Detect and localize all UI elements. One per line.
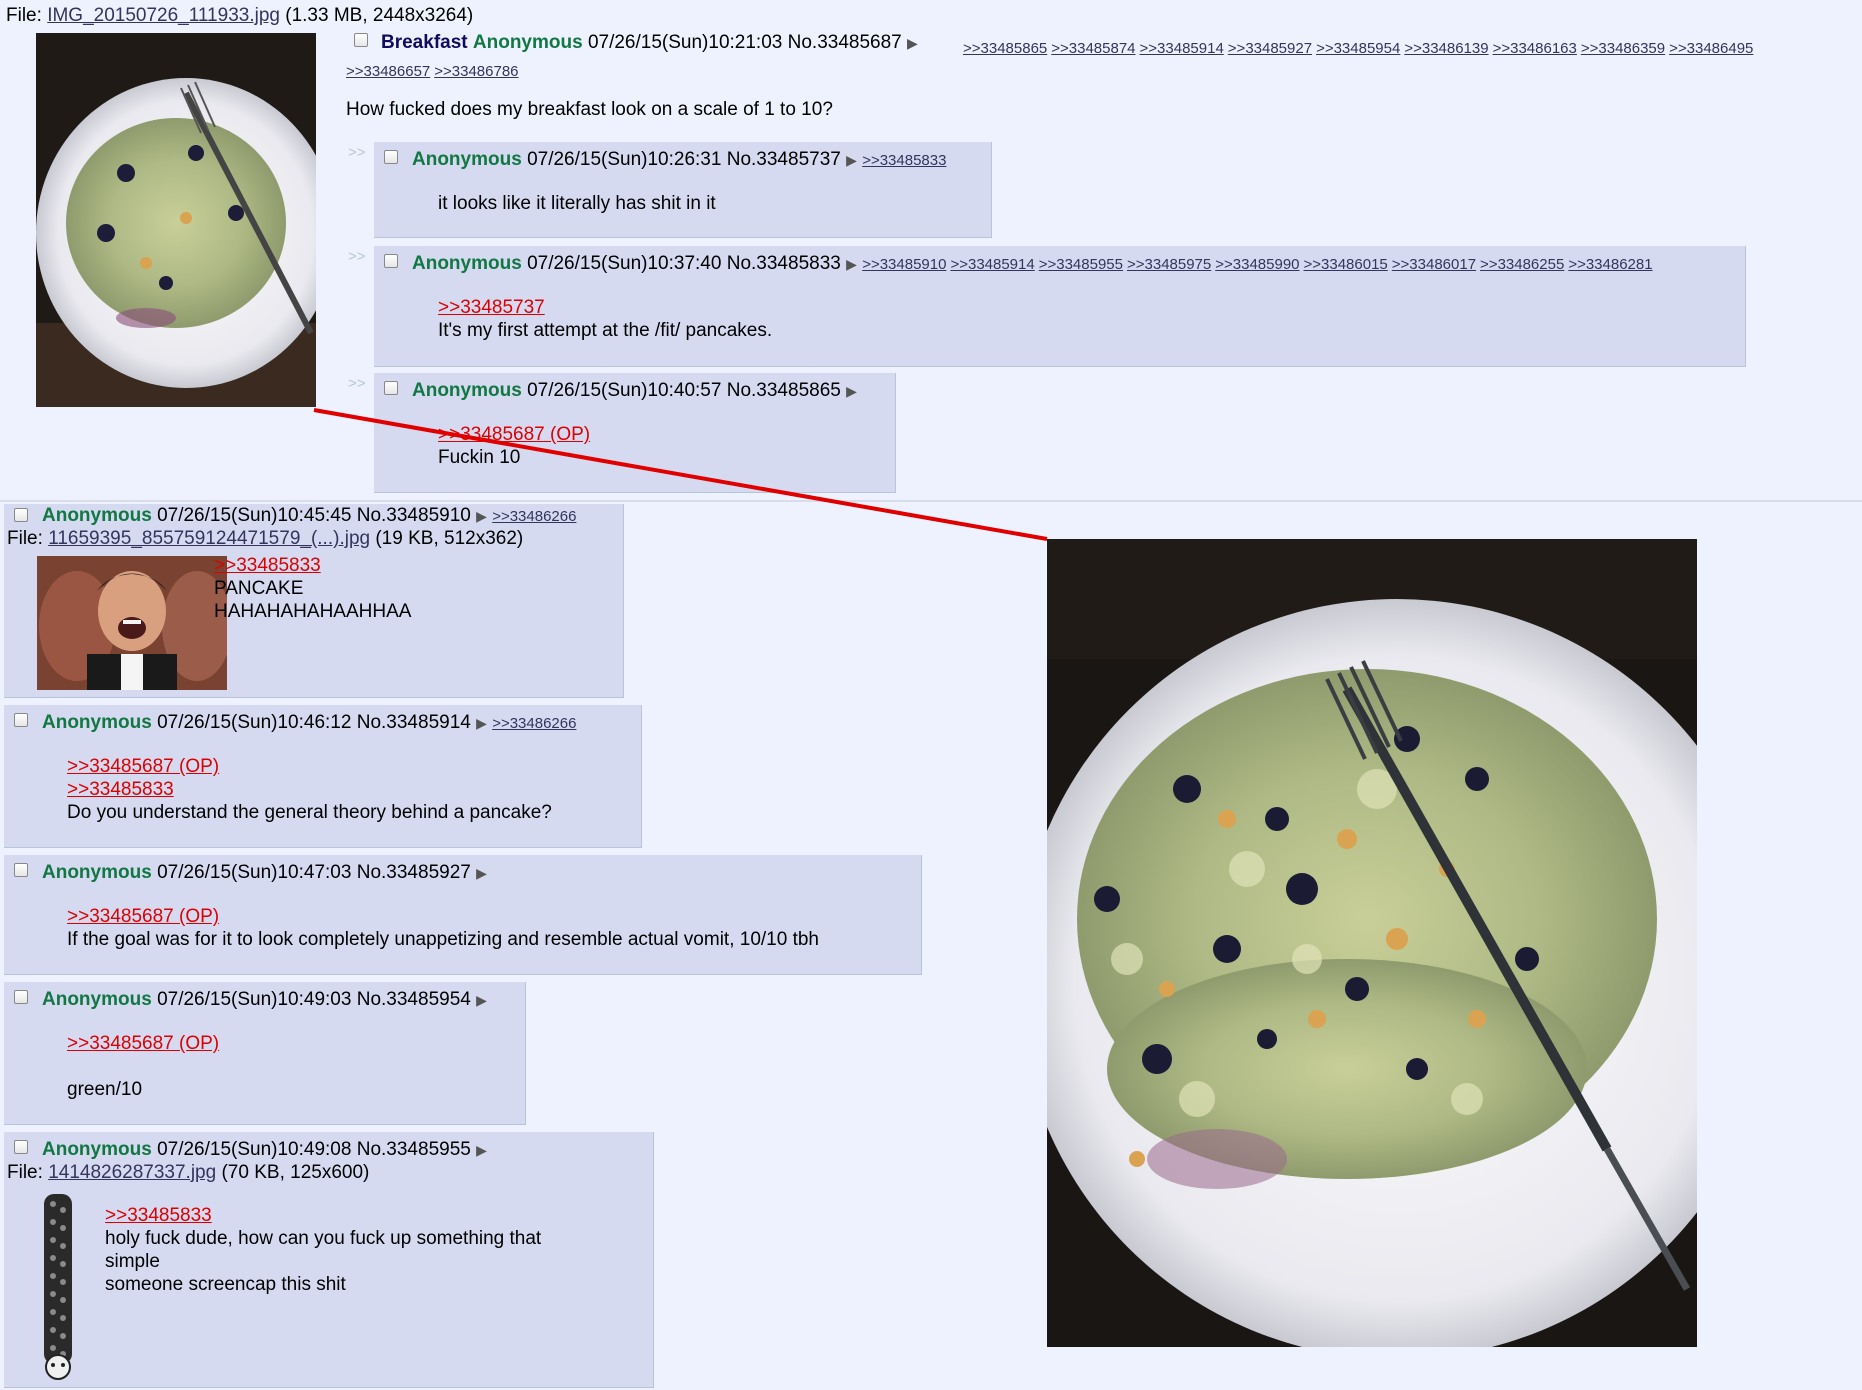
thread-page: { "op": { "file_label": "File:", "file_n… xyxy=(0,0,1862,1390)
annotation-arrow-line xyxy=(313,408,1048,541)
